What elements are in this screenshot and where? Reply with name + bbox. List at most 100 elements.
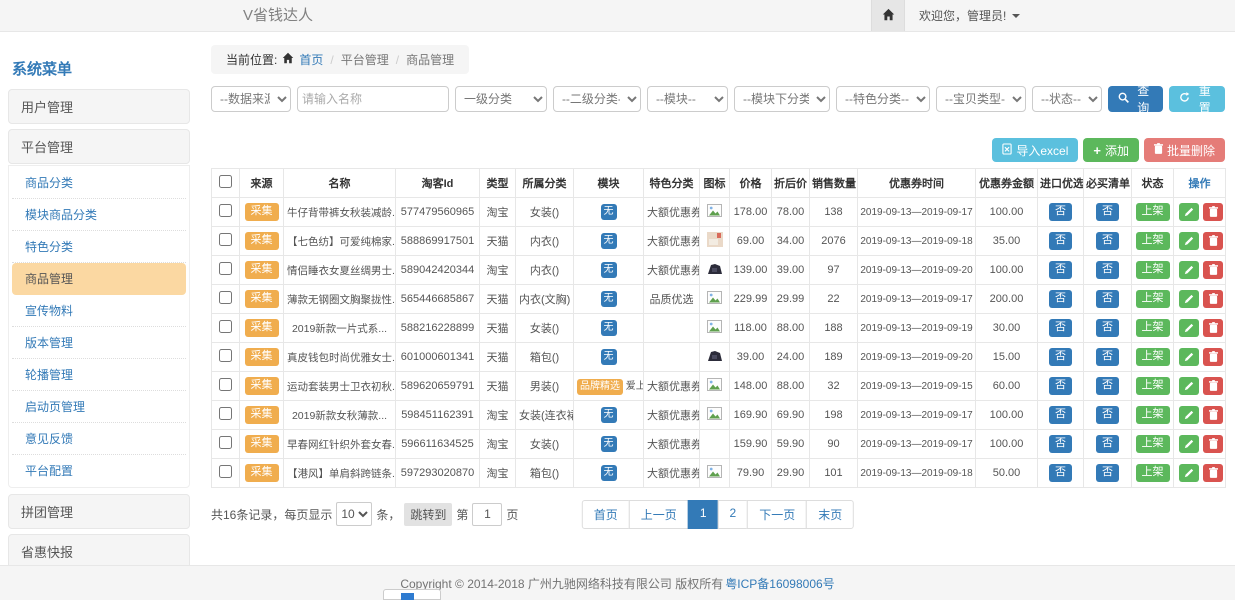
delete-button[interactable] [1203, 435, 1223, 453]
pagination-item[interactable]: 下一页 [747, 500, 807, 529]
edit-button[interactable] [1179, 290, 1199, 308]
row-checkbox[interactable] [219, 349, 232, 362]
must-buy-toggle[interactable]: 否 [1096, 435, 1119, 452]
data-source-select[interactable]: --数据来源-- [211, 86, 291, 112]
edit-button[interactable] [1179, 435, 1199, 453]
must-buy-toggle[interactable]: 否 [1096, 232, 1119, 249]
per-page-select[interactable]: 10 [336, 502, 372, 526]
status-button[interactable]: 上架 [1136, 203, 1170, 220]
status-button[interactable]: 上架 [1136, 377, 1170, 394]
status-button[interactable]: 上架 [1136, 261, 1170, 278]
row-checkbox[interactable] [219, 436, 232, 449]
edit-button[interactable] [1179, 232, 1199, 250]
must-buy-toggle[interactable]: 否 [1096, 203, 1119, 220]
level1-category-select[interactable]: 一级分类 [455, 86, 547, 112]
delete-button[interactable] [1203, 348, 1223, 366]
sidebar-item-group[interactable]: 用户管理 [8, 89, 190, 124]
edit-button[interactable] [1179, 348, 1199, 366]
sidebar-item[interactable]: 模块商品分类 [12, 199, 186, 231]
import-select-toggle[interactable]: 否 [1049, 261, 1072, 278]
pagination-item[interactable]: 2 [718, 500, 749, 529]
module-select[interactable]: --模块-- [647, 86, 728, 112]
breadcrumb-home-link[interactable]: 首页 [299, 51, 323, 68]
delete-button[interactable] [1203, 319, 1223, 337]
sidebar-item[interactable]: 宣传物料 [12, 295, 186, 327]
name-input[interactable] [297, 86, 449, 112]
add-button[interactable]: + 添加 [1083, 138, 1139, 162]
import-select-toggle[interactable]: 否 [1049, 232, 1072, 249]
status-button[interactable]: 上架 [1136, 464, 1170, 481]
must-buy-toggle[interactable]: 否 [1096, 406, 1119, 423]
icp-link[interactable]: 粤ICP备16098006号 [725, 575, 834, 592]
delete-button[interactable] [1203, 232, 1223, 250]
must-buy-toggle[interactable]: 否 [1096, 348, 1119, 365]
import-select-toggle[interactable]: 否 [1049, 435, 1072, 452]
row-checkbox[interactable] [219, 233, 232, 246]
edit-button[interactable] [1179, 203, 1199, 221]
reset-button[interactable]: 重置 [1169, 86, 1225, 112]
row-checkbox[interactable] [219, 262, 232, 275]
feature-category-select[interactable]: --特色分类-- [836, 86, 930, 112]
level2-category-select[interactable]: --二级分类-- [553, 86, 641, 112]
edit-button[interactable] [1179, 464, 1199, 482]
delete-button[interactable] [1203, 464, 1223, 482]
search-button[interactable]: 查询 [1108, 86, 1164, 112]
import-select-toggle[interactable]: 否 [1049, 464, 1072, 481]
status-button[interactable]: 上架 [1136, 348, 1170, 365]
status-button[interactable]: 上架 [1136, 232, 1170, 249]
row-checkbox[interactable] [219, 378, 232, 391]
must-buy-toggle[interactable]: 否 [1096, 319, 1119, 336]
must-buy-toggle[interactable]: 否 [1096, 464, 1119, 481]
import-select-toggle[interactable]: 否 [1049, 406, 1072, 423]
pagination-item[interactable]: 上一页 [629, 500, 689, 529]
pagination-item[interactable]: 首页 [582, 500, 630, 529]
pagination-current-page[interactable]: 1 [688, 500, 719, 529]
sidebar-item[interactable]: 商品分类 [12, 167, 186, 199]
edit-button[interactable] [1179, 319, 1199, 337]
sidebar-item[interactable]: 意见反馈 [12, 423, 186, 455]
sidebar-item-group[interactable]: 平台管理 [8, 129, 190, 164]
import-excel-button[interactable]: 导入excel [992, 138, 1078, 162]
sidebar-item-group[interactable]: 省惠快报 [8, 534, 190, 569]
jump-button[interactable]: 跳转到 [404, 503, 452, 526]
page-number-input[interactable] [472, 503, 502, 526]
edit-button[interactable] [1179, 377, 1199, 395]
delete-button[interactable] [1203, 261, 1223, 279]
status-button[interactable]: 上架 [1136, 319, 1170, 336]
delete-button[interactable] [1203, 377, 1223, 395]
status-button[interactable]: 上架 [1136, 435, 1170, 452]
row-checkbox[interactable] [219, 465, 232, 478]
must-buy-toggle[interactable]: 否 [1096, 290, 1119, 307]
row-checkbox[interactable] [219, 291, 232, 304]
row-checkbox[interactable] [219, 204, 232, 217]
import-select-toggle[interactable]: 否 [1049, 290, 1072, 307]
module-sub-category-select[interactable]: --模块下分类-- [734, 86, 830, 112]
sidebar-item[interactable]: 特色分类 [12, 231, 186, 263]
user-menu[interactable]: 欢迎您，管理员! [905, 0, 1235, 31]
delete-button[interactable] [1203, 406, 1223, 424]
item-type-select[interactable]: --宝贝类型-- [936, 86, 1026, 112]
status-button[interactable]: 上架 [1136, 290, 1170, 307]
import-select-toggle[interactable]: 否 [1049, 319, 1072, 336]
sidebar-item-active[interactable]: 商品管理 [12, 263, 186, 295]
sidebar-item-group[interactable]: 拼团管理 [8, 494, 190, 529]
edit-button[interactable] [1179, 261, 1199, 279]
sidebar-item[interactable]: 版本管理 [12, 327, 186, 359]
must-buy-toggle[interactable]: 否 [1096, 377, 1119, 394]
import-select-toggle[interactable]: 否 [1049, 348, 1072, 365]
select-all-checkbox[interactable] [219, 175, 232, 188]
import-select-toggle[interactable]: 否 [1049, 377, 1072, 394]
delete-button[interactable] [1203, 203, 1223, 221]
pagination-item[interactable]: 末页 [806, 500, 854, 529]
batch-delete-button[interactable]: 批量删除 [1144, 138, 1225, 162]
import-select-toggle[interactable]: 否 [1049, 203, 1072, 220]
sidebar-item[interactable]: 平台配置 [12, 455, 186, 486]
sidebar-item[interactable]: 轮播管理 [12, 359, 186, 391]
edit-button[interactable] [1179, 406, 1199, 424]
status-select[interactable]: --状态-- [1032, 86, 1102, 112]
status-button[interactable]: 上架 [1136, 406, 1170, 423]
must-buy-toggle[interactable]: 否 [1096, 261, 1119, 278]
row-checkbox[interactable] [219, 407, 232, 420]
sidebar-item[interactable]: 启动页管理 [12, 391, 186, 423]
row-checkbox[interactable] [219, 320, 232, 333]
